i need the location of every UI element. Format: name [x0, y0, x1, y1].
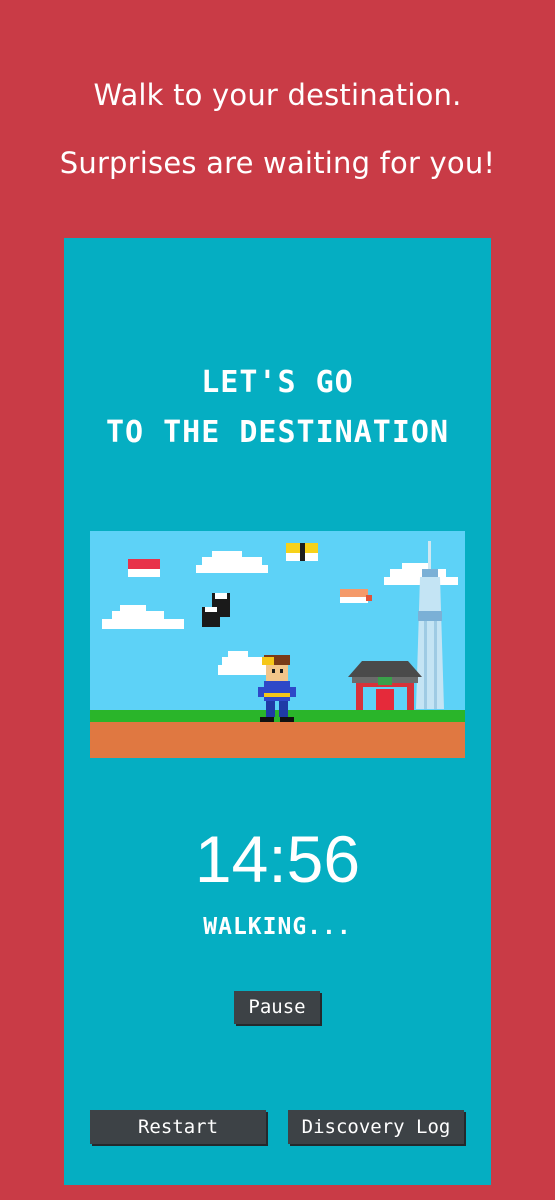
- restart-button[interactable]: Restart: [90, 1110, 266, 1144]
- tagline-walk: Walk to your destination.: [93, 78, 462, 112]
- headline-line-2: TO THE DESTINATION: [105, 415, 450, 450]
- tamago-nigiri-icon: [286, 543, 318, 561]
- tuna-nigiri-icon: [128, 559, 160, 577]
- ebi-nigiri-icon: [340, 589, 372, 603]
- discovery-log-button[interactable]: Discovery Log: [288, 1110, 464, 1144]
- countdown-timer: 14:56: [194, 822, 361, 896]
- headline-line-1: LET'S GO: [201, 365, 354, 400]
- tagline-surprises: Surprises are waiting for you!: [59, 146, 496, 180]
- walking-scene: [90, 531, 465, 758]
- game-panel: LET'S GO TO THE DESTINATION 14:56 WALKIN…: [64, 238, 491, 1185]
- pause-button[interactable]: Pause: [234, 991, 320, 1024]
- status-label: WALKING...: [203, 914, 352, 940]
